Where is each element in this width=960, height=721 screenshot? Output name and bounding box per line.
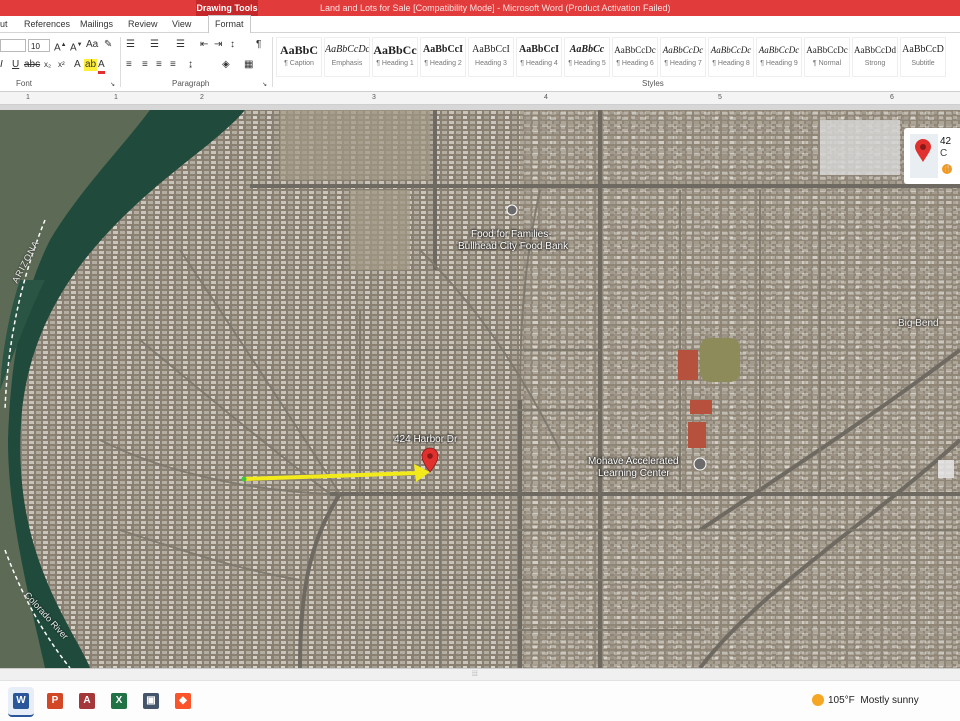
align-left-icon[interactable]: ≡ xyxy=(126,59,132,71)
align-right-icon[interactable]: ≡ xyxy=(156,59,162,71)
style-heading-7[interactable]: AaBbCcDc ¶ Heading 7 xyxy=(660,37,706,77)
school-label-line1: Mohave Accelerated xyxy=(588,456,679,467)
card-subtitle: C xyxy=(940,148,948,159)
tab-mailings[interactable]: Mailings xyxy=(80,16,113,32)
increase-indent-icon[interactable]: ⇥ xyxy=(214,39,222,51)
tab-view[interactable]: View xyxy=(172,16,191,32)
style-heading-2[interactable]: AaBbCcI ¶ Heading 2 xyxy=(420,37,466,77)
paragraph-group-label: Paragraph xyxy=(172,79,210,88)
subscript-icon[interactable]: x₂ xyxy=(44,59,51,71)
font-color-icon[interactable]: A xyxy=(98,59,105,74)
ruler-number: 5 xyxy=(718,94,722,101)
font-name-box[interactable] xyxy=(0,39,26,52)
drawing-tools-context-label: Drawing Tools xyxy=(196,0,258,16)
font-size-box[interactable]: 10 xyxy=(28,39,50,52)
window-title: Land and Lots for Sale [Compatibility Mo… xyxy=(320,3,671,13)
ruler-number: 3 xyxy=(372,94,376,101)
ruler-number: 1 xyxy=(114,94,118,101)
style-heading-4[interactable]: AaBbCcI ¶ Heading 4 xyxy=(516,37,562,77)
map-graphics xyxy=(0,110,960,668)
powerpoint-icon: P xyxy=(47,693,63,709)
style-heading-6[interactable]: AaBbCcDc ¶ Heading 6 xyxy=(612,37,658,77)
car-app-button[interactable]: ▣ xyxy=(138,687,164,715)
styles-group-label: Styles xyxy=(642,79,664,88)
weather-widget[interactable]: 105°F Mostly sunny xyxy=(812,693,919,709)
access-icon: A xyxy=(79,693,95,709)
ruler-number: 6 xyxy=(890,94,894,101)
sun-icon xyxy=(812,694,824,707)
word-icon: W xyxy=(13,693,29,709)
shading-icon[interactable]: ◈ xyxy=(222,59,230,71)
big-bend-label: Big Bend xyxy=(898,318,939,329)
shrink-font-icon[interactable]: A▼ xyxy=(70,39,83,54)
pin-icon xyxy=(915,139,931,162)
group-divider xyxy=(120,37,121,87)
style-subtitle[interactable]: AaBbCcD Subtitle xyxy=(900,37,946,77)
title-bar: Drawing Tools Land and Lots for Sale [Co… xyxy=(0,0,960,16)
ruler-number: 2 xyxy=(200,94,204,101)
justify-icon[interactable]: ≡ xyxy=(170,59,176,71)
style-heading-9[interactable]: AaBbCcDc ¶ Heading 9 xyxy=(756,37,802,77)
paragraph-dialog-launcher-icon[interactable]: ↘ xyxy=(262,79,267,91)
brave-icon: ◆ xyxy=(175,693,191,709)
excel-app-button[interactable]: X xyxy=(106,687,132,715)
place-info-card[interactable]: 42 C 🍴 xyxy=(904,128,960,184)
tab-layout[interactable]: ut xyxy=(0,16,8,32)
restaurant-icon: 🍴 xyxy=(942,164,952,174)
weather-temp: 105°F xyxy=(828,695,855,706)
change-case-icon[interactable]: Aa xyxy=(86,39,98,51)
ribbon: 10 A▲ A▼ Aa ✎ I U abc x₂ x² A ab A Font … xyxy=(0,33,960,92)
address-label: 424 Harbor Dr xyxy=(394,434,458,445)
word-app-button[interactable]: W xyxy=(8,687,34,717)
excel-icon: X xyxy=(111,693,127,709)
superscript-icon[interactable]: x² xyxy=(58,59,65,71)
line-spacing-icon[interactable]: ↨ xyxy=(188,59,193,71)
weather-condition: Mostly sunny xyxy=(860,695,919,706)
font-group-label: Font xyxy=(16,79,33,88)
horizontal-ruler[interactable]: 1 1 2 3 4 5 6 xyxy=(0,92,960,105)
brave-app-button[interactable]: ◆ xyxy=(170,687,196,715)
show-formatting-icon[interactable]: ¶ xyxy=(256,39,261,51)
borders-icon[interactable]: ▦ xyxy=(244,59,253,71)
style-heading-5[interactable]: AaBbCc ¶ Heading 5 xyxy=(564,37,610,77)
food-bank-label-line2: Bullhead City Food Bank xyxy=(458,241,569,252)
food-bank-label-line1: Food for Families- xyxy=(471,229,552,240)
powerpoint-app-button[interactable]: P xyxy=(42,687,68,715)
style-emphasis[interactable]: AaBbCcDc Emphasis xyxy=(324,37,370,77)
bullets-icon[interactable]: ☰ xyxy=(126,39,135,51)
tab-references[interactable]: References xyxy=(24,16,70,32)
style-heading-8[interactable]: AaBbCcDc ¶ Heading 8 xyxy=(708,37,754,77)
numbering-icon[interactable]: ☰ xyxy=(150,39,159,51)
style-caption[interactable]: AaBbC ¶ Caption xyxy=(276,37,322,77)
group-divider xyxy=(272,37,273,87)
highlight-icon[interactable]: ab xyxy=(84,59,98,71)
strikethrough-icon[interactable]: abc xyxy=(24,59,40,71)
access-app-button[interactable]: A xyxy=(74,687,100,715)
ruler-number: 1 xyxy=(26,94,30,101)
style-heading-1[interactable]: AaBbCc ¶ Heading 1 xyxy=(372,37,418,77)
grow-font-icon[interactable]: A▲ xyxy=(54,39,67,54)
tab-format[interactable]: Format xyxy=(208,15,251,33)
style-strong[interactable]: AaBbCcDd Strong xyxy=(852,37,898,77)
align-center-icon[interactable]: ≡ xyxy=(142,59,148,71)
styles-gallery: AaBbC ¶ Caption AaBbCcDc Emphasis AaBbCc ¶ … xyxy=(276,37,952,77)
school-label-line2: Learning Center xyxy=(598,468,670,479)
ruler-number: 4 xyxy=(544,94,548,101)
decrease-indent-icon[interactable]: ⇤ xyxy=(200,39,208,51)
style-heading-3[interactable]: AaBbCcI Heading 3 xyxy=(468,37,514,77)
italic-icon[interactable]: I xyxy=(0,59,3,71)
font-dialog-launcher-icon[interactable]: ↘ xyxy=(110,79,115,91)
ribbon-tabs: ut References Mailings Review View Forma… xyxy=(0,15,960,33)
multilevel-list-icon[interactable]: ☰ xyxy=(176,39,185,51)
car-icon: ▣ xyxy=(143,693,159,709)
style-normal[interactable]: AaBbCcDc ¶ Normal xyxy=(804,37,850,77)
tab-review[interactable]: Review xyxy=(128,16,158,32)
text-effects-icon[interactable]: A xyxy=(74,59,81,71)
clear-formatting-icon[interactable]: ✎ xyxy=(104,39,112,51)
underline-icon[interactable]: U xyxy=(12,59,19,71)
satellite-map-image[interactable]: Food for Families- Bullhead City Food Ba… xyxy=(0,110,960,668)
sort-icon[interactable]: ↕ xyxy=(230,39,235,51)
card-title: 42 xyxy=(940,136,952,147)
taskbar: W P A X ▣ ◆ 105°F Mostly sunny xyxy=(0,680,960,721)
